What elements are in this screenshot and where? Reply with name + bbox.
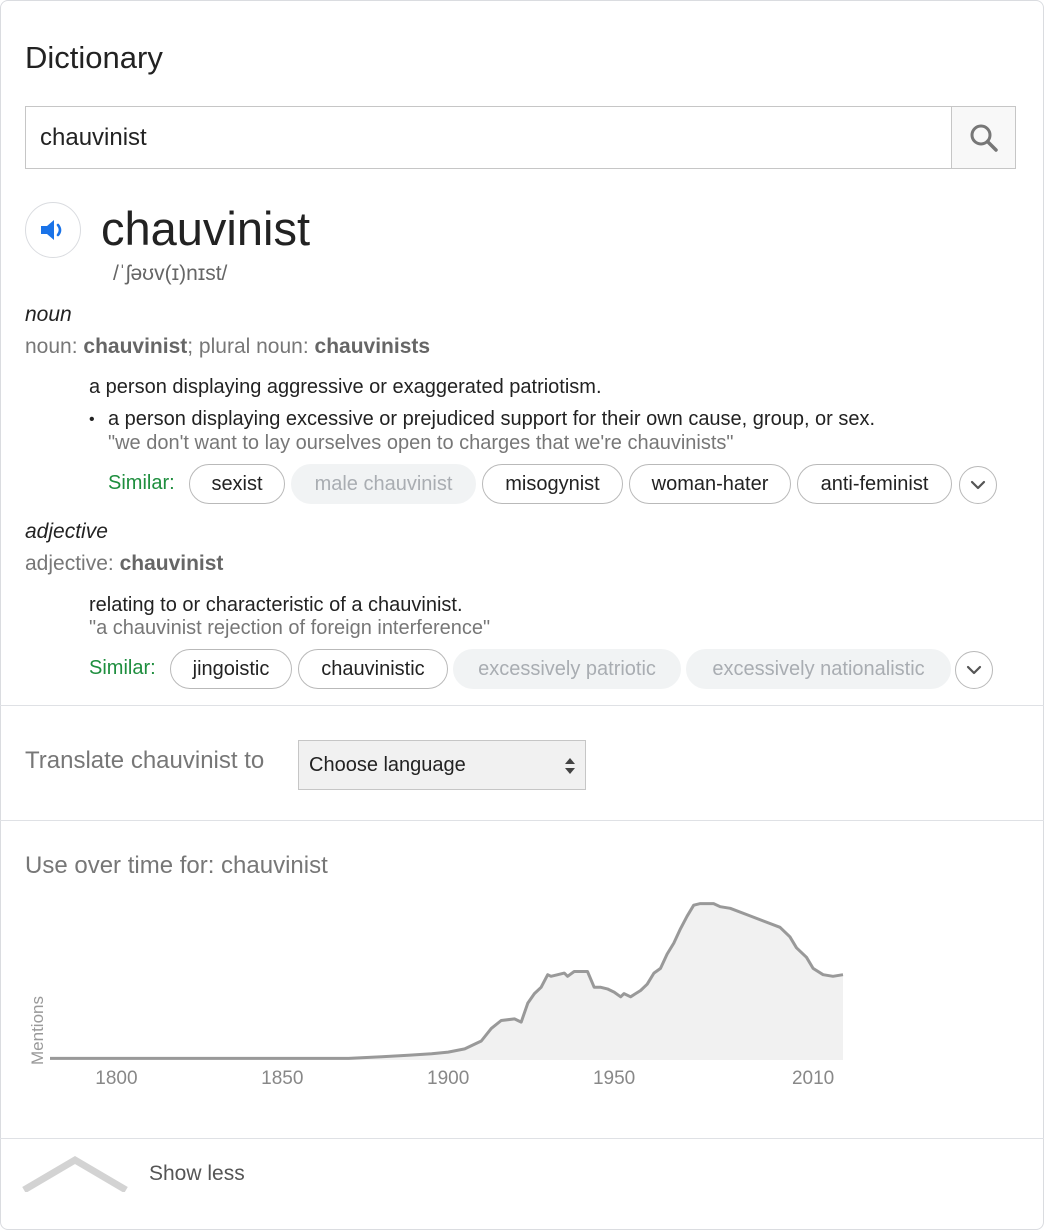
search-box[interactable]: chauvinist: [25, 106, 1016, 169]
pronounce-button[interactable]: [25, 202, 81, 258]
pos-noun: noun: [25, 303, 72, 326]
x-axis-ticks: 1800 1850 1900 1950 2010: [95, 1068, 834, 1089]
chevron-down-icon: [966, 665, 982, 675]
chart-ylabel: Mentions: [28, 996, 47, 1065]
similar-chip[interactable]: excessively patriotic: [453, 649, 681, 689]
phonetic: /ˈʃəʊv(ɪ)nɪst/: [113, 262, 228, 285]
search-input[interactable]: chauvinist: [40, 124, 147, 152]
usage-area: [50, 903, 843, 1060]
chevron-up-icon[interactable]: [22, 1152, 128, 1192]
pos-adjective: adjective: [25, 520, 108, 543]
language-select-value: Choose language: [309, 754, 466, 776]
x-tick-label: 1850: [261, 1068, 303, 1089]
noun-example: "we don't want to lay ourselves open to …: [108, 432, 734, 454]
speaker-icon: [41, 220, 62, 240]
card-title: Dictionary: [25, 40, 163, 75]
similar-chip[interactable]: sexist: [189, 464, 285, 504]
x-tick-label: 2010: [792, 1068, 834, 1089]
similar-chip[interactable]: misogynist: [482, 464, 623, 504]
divider: [0, 820, 1044, 821]
select-arrows-icon: [565, 758, 575, 774]
similar-label: Similar:: [89, 657, 156, 679]
expand-similar-button[interactable]: [959, 466, 997, 504]
translate-label: Translate chauvinist to: [25, 747, 265, 774]
language-select[interactable]: Choose language: [298, 740, 586, 790]
bullet: •: [89, 411, 95, 428]
adjective-example: "a chauvinist rejection of foreign inter…: [89, 617, 491, 639]
similar-chip[interactable]: woman-hater: [629, 464, 791, 504]
noun-forms: noun: chauvinist; plural noun: chauvinis…: [25, 335, 431, 358]
x-tick-label: 1950: [593, 1068, 635, 1089]
similar-chip[interactable]: excessively nationalistic: [686, 649, 951, 689]
chevron-down-icon: [970, 480, 986, 490]
show-less-button[interactable]: Show less: [149, 1162, 245, 1186]
noun-definition-1: a person displaying aggressive or exagge…: [89, 376, 602, 398]
search-button[interactable]: [951, 107, 1015, 168]
usage-chart: Mentions 1800 1850 1900 1950 2010: [28, 902, 844, 1089]
adjective-forms: adjective: chauvinist: [25, 552, 224, 575]
divider: [0, 1138, 1044, 1139]
similar-chip[interactable]: chauvinistic: [298, 649, 448, 689]
similar-chip[interactable]: anti-feminist: [797, 464, 952, 504]
expand-similar-button[interactable]: [955, 651, 993, 689]
usage-title: Use over time for: chauvinist: [25, 852, 328, 879]
x-tick-label: 1900: [427, 1068, 469, 1089]
similar-label: Similar:: [108, 472, 175, 494]
search-icon: [970, 124, 998, 152]
similar-chip[interactable]: male chauvinist: [291, 464, 476, 504]
similar-chip[interactable]: jingoistic: [170, 649, 292, 689]
headword: chauvinist: [101, 202, 310, 255]
divider: [0, 705, 1044, 706]
x-tick-label: 1800: [95, 1068, 137, 1089]
noun-definition-2: a person displaying excessive or prejudi…: [108, 408, 876, 430]
adjective-definition-1: relating to or characteristic of a chauv…: [89, 594, 463, 616]
